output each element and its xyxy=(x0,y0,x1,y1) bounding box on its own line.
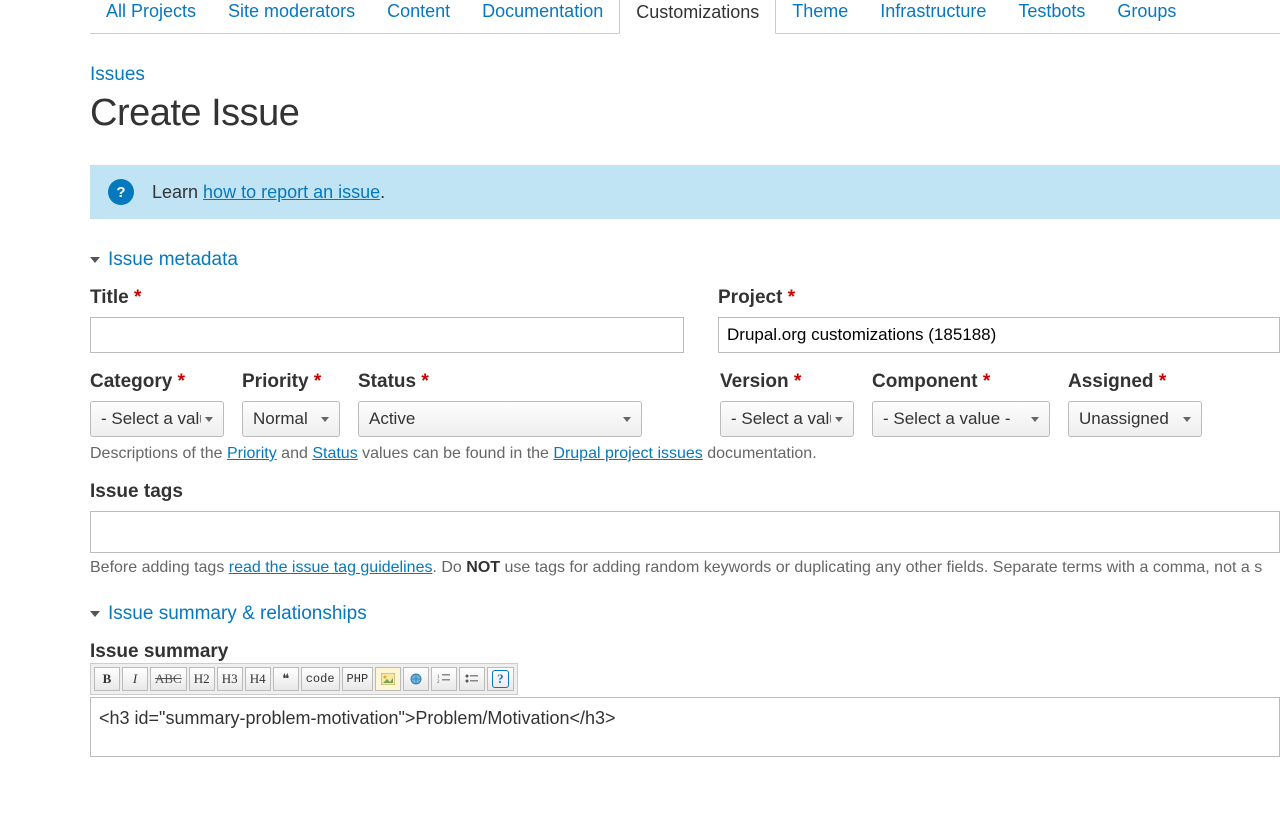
status-value: Active xyxy=(369,409,415,429)
unordered-list-button[interactable] xyxy=(459,667,485,691)
italic-button[interactable]: I xyxy=(122,667,148,691)
component-label: Component * xyxy=(872,371,1050,393)
h3-button[interactable]: H3 xyxy=(217,667,243,691)
tag-guidelines-link[interactable]: read the issue tag guidelines xyxy=(229,559,433,576)
chevron-down-icon xyxy=(831,409,847,429)
assigned-value: Unassigned xyxy=(1079,409,1169,429)
editor-toolbar: B I ABC H2 H3 H4 ❝ code PHP 12 ? xyxy=(90,663,518,695)
tab-all-projects[interactable]: All Projects xyxy=(90,1,212,34)
tab-testbots[interactable]: Testbots xyxy=(1002,1,1101,34)
primary-tabs: All Projects Site moderators Content Doc… xyxy=(90,0,1280,34)
issue-metadata-fieldset: Issue metadata Title * Project * Categor… xyxy=(90,249,1280,577)
h4-button[interactable]: H4 xyxy=(245,667,271,691)
title-label: Title * xyxy=(90,287,690,309)
chevron-down-icon xyxy=(1179,409,1195,429)
assigned-select[interactable]: Unassigned xyxy=(1068,401,1202,437)
issue-tags-description: Before adding tags read the issue tag gu… xyxy=(90,559,1280,577)
tab-documentation[interactable]: Documentation xyxy=(466,1,619,34)
page-title: Create Issue xyxy=(90,92,1280,135)
help-suffix: . xyxy=(380,182,385,202)
status-doc-link[interactable]: Status xyxy=(312,445,357,462)
tab-site-moderators[interactable]: Site moderators xyxy=(212,1,371,34)
php-button[interactable]: PHP xyxy=(342,667,374,691)
component-select[interactable]: - Select a value - xyxy=(872,401,1050,437)
ordered-list-icon: 12 xyxy=(437,673,451,685)
version-select[interactable]: - Select a value - xyxy=(720,401,854,437)
unordered-list-icon xyxy=(465,673,479,685)
help-prefix: Learn xyxy=(152,182,203,202)
category-value: - Select a value - xyxy=(101,409,201,429)
priority-select[interactable]: Normal xyxy=(242,401,340,437)
title-input[interactable] xyxy=(90,317,684,353)
assigned-label: Assigned * xyxy=(1068,371,1202,393)
editor-help-button[interactable]: ? xyxy=(487,667,514,691)
issue-metadata-legend[interactable]: Issue metadata xyxy=(90,249,1280,271)
strikethrough-button[interactable]: ABC xyxy=(150,667,187,691)
tab-theme[interactable]: Theme xyxy=(776,1,864,34)
chevron-down-icon xyxy=(317,409,333,429)
status-label: Status * xyxy=(358,371,642,393)
globe-icon xyxy=(409,672,423,686)
image-icon xyxy=(381,673,395,685)
help-text: Learn how to report an issue. xyxy=(152,182,385,203)
help-banner: ? Learn how to report an issue. xyxy=(90,165,1280,219)
project-input[interactable] xyxy=(718,317,1280,353)
chevron-down-icon xyxy=(619,409,635,429)
project-issues-doc-link[interactable]: Drupal project issues xyxy=(553,445,702,462)
tab-groups[interactable]: Groups xyxy=(1101,1,1192,34)
project-label: Project * xyxy=(718,287,1280,309)
chevron-down-icon xyxy=(201,409,217,429)
issue-summary-legend[interactable]: Issue summary & relationships xyxy=(90,603,1280,625)
tab-infrastructure[interactable]: Infrastructure xyxy=(864,1,1002,34)
version-value: - Select a value - xyxy=(731,409,831,429)
status-select[interactable]: Active xyxy=(358,401,642,437)
category-select[interactable]: - Select a value - xyxy=(90,401,224,437)
image-button[interactable] xyxy=(375,667,401,691)
caret-down-icon xyxy=(90,611,100,617)
caret-down-icon xyxy=(90,257,100,263)
ordered-list-button[interactable]: 12 xyxy=(431,667,457,691)
breadcrumb[interactable]: Issues xyxy=(90,64,1280,86)
chevron-down-icon xyxy=(1027,409,1043,429)
issue-summary-textarea[interactable]: <h3 id="summary-problem-motivation">Prob… xyxy=(90,697,1280,757)
priority-label: Priority * xyxy=(242,371,340,393)
priority-value: Normal xyxy=(253,409,308,429)
bold-button[interactable]: B xyxy=(94,667,120,691)
h2-button[interactable]: H2 xyxy=(189,667,215,691)
priority-doc-link[interactable]: Priority xyxy=(227,445,277,462)
blockquote-button[interactable]: ❝ xyxy=(273,667,299,691)
tab-customizations[interactable]: Customizations xyxy=(619,0,776,34)
question-icon: ? xyxy=(492,670,509,688)
issue-tags-input[interactable] xyxy=(90,511,1280,553)
issue-summary-label: Issue summary xyxy=(90,641,228,662)
version-label: Version * xyxy=(720,371,854,393)
component-value: - Select a value - xyxy=(883,409,1011,429)
help-icon: ? xyxy=(108,179,134,205)
help-link[interactable]: how to report an issue xyxy=(203,182,380,202)
link-button[interactable] xyxy=(403,667,429,691)
tab-content[interactable]: Content xyxy=(371,1,466,34)
code-button[interactable]: code xyxy=(301,667,340,691)
issue-summary-fieldset: Issue summary & relationships Issue summ… xyxy=(90,603,1280,757)
issue-summary-legend-text: Issue summary & relationships xyxy=(108,603,367,625)
category-label: Category * xyxy=(90,371,224,393)
svg-text:2: 2 xyxy=(437,680,440,685)
issue-metadata-legend-text: Issue metadata xyxy=(108,249,238,271)
priority-status-description: Descriptions of the Priority and Status … xyxy=(90,445,1280,463)
issue-tags-label: Issue tags xyxy=(90,481,1280,503)
